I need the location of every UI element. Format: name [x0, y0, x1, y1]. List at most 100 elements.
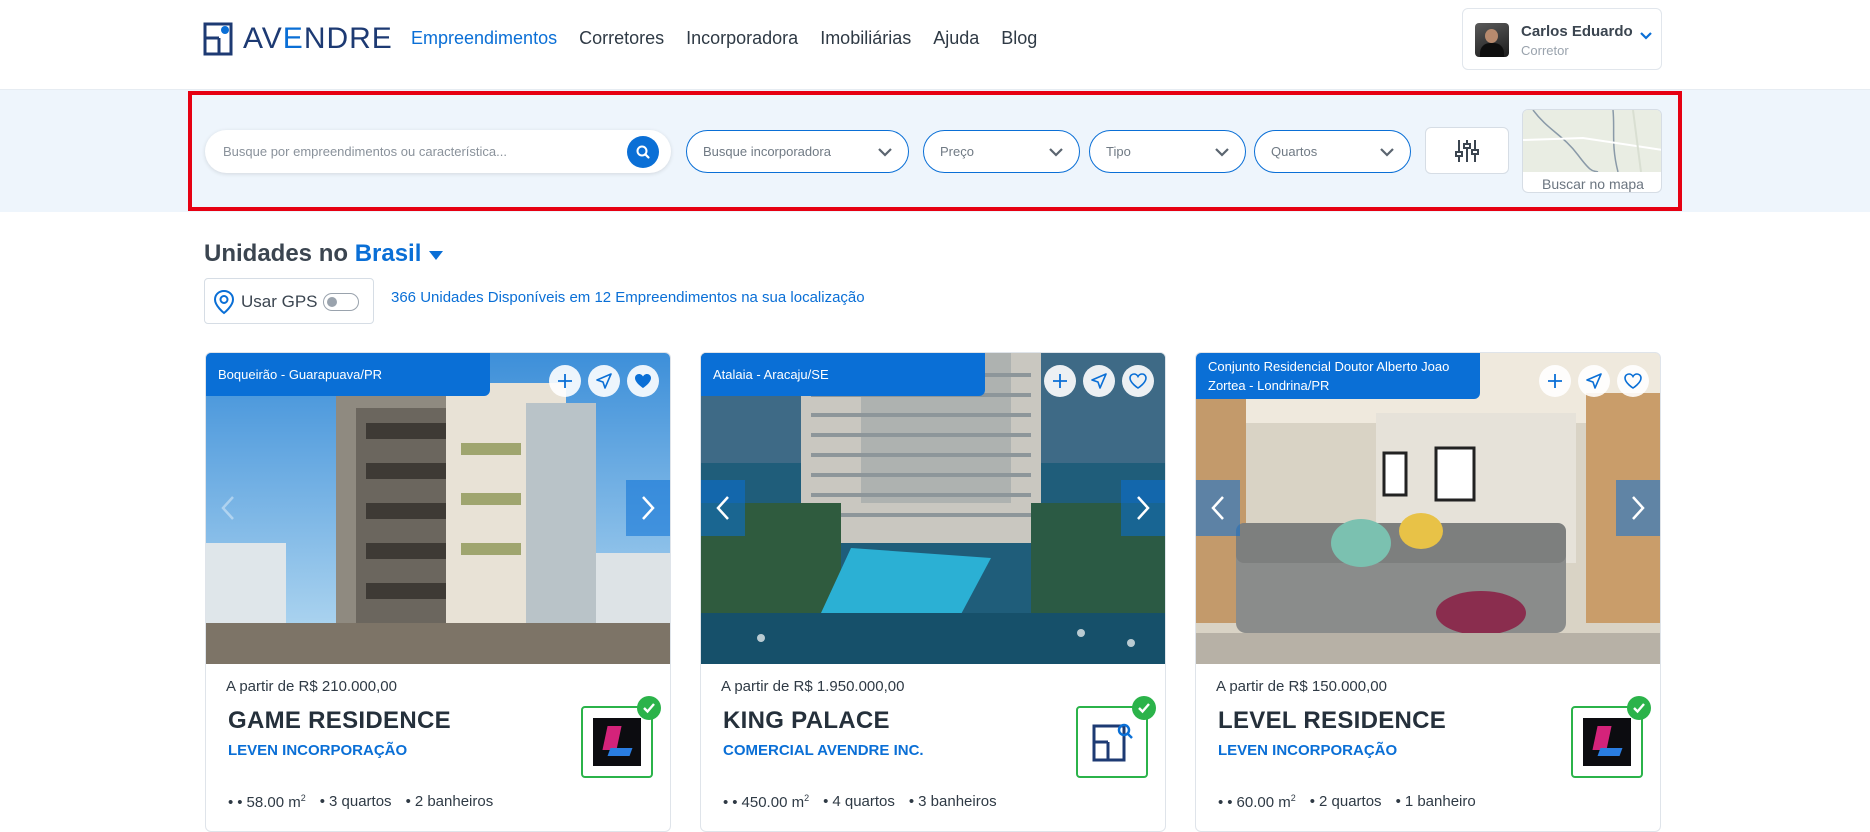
section-title: Unidades no Brasil: [204, 240, 444, 268]
carousel-next-button[interactable]: [1121, 480, 1165, 536]
company-name[interactable]: COMERCIAL AVENDRE INC.: [723, 742, 924, 759]
property-name[interactable]: LEVEL RESIDENCE: [1218, 707, 1446, 735]
gps-label: Usar GPS: [241, 292, 318, 311]
property-card[interactable]: Conjunto Residencial Doutor Alberto Joao…: [1195, 352, 1661, 832]
price-label: A partir de R$ 1.950.000,00: [721, 678, 905, 695]
chevron-down-icon: [1215, 148, 1229, 157]
property-card[interactable]: Boqueirão - Guarapuava/PR A partir de R$…: [205, 352, 671, 832]
spec-baths: 3 banheiros: [909, 793, 996, 811]
property-name[interactable]: GAME RESIDENCE: [228, 707, 451, 735]
location-tag: Boqueirão - Guarapuava/PR: [206, 353, 490, 396]
incorporadora-select[interactable]: Busque incorporadora: [686, 130, 909, 173]
carousel-next-button[interactable]: [1616, 480, 1660, 536]
logo-text: AVENDRE: [243, 22, 393, 55]
search-button[interactable]: [627, 136, 659, 168]
verified-icon: [1132, 696, 1156, 720]
avatar: [1475, 23, 1509, 57]
add-button[interactable]: [1539, 365, 1571, 397]
nav-empreendimentos[interactable]: Empreendimentos: [411, 28, 557, 49]
preco-select-label: Preço: [940, 144, 974, 159]
nav-corretores[interactable]: Corretores: [579, 28, 664, 49]
verified-icon: [637, 696, 661, 720]
tipo-select-label: Tipo: [1106, 144, 1131, 159]
quartos-select[interactable]: Quartos: [1254, 130, 1411, 173]
nav-blog[interactable]: Blog: [1001, 28, 1037, 49]
favorite-button[interactable]: [627, 365, 659, 397]
price-label: A partir de R$ 150.000,00: [1216, 678, 1387, 695]
section-title-prefix: Unidades no: [204, 240, 349, 267]
gps-toggle-box[interactable]: Usar GPS: [204, 278, 374, 324]
navigate-button[interactable]: [1578, 365, 1610, 397]
carousel-next-button[interactable]: [626, 480, 670, 536]
main-nav: Empreendimentos Corretores Incorporadora…: [411, 28, 1059, 49]
chevron-down-icon: [1640, 32, 1652, 40]
gps-switch[interactable]: [323, 293, 359, 311]
tipo-select[interactable]: Tipo: [1089, 130, 1246, 173]
property-specs: 58.00 m2 3 quartos 2 banheiros: [228, 793, 493, 811]
company-name[interactable]: LEVEN INCORPORAÇÃO: [1218, 742, 1397, 759]
company-name[interactable]: LEVEN INCORPORAÇÃO: [228, 742, 407, 759]
property-photo: [206, 353, 670, 664]
plus-icon: [558, 374, 572, 388]
property-card[interactable]: Atalaia - Aracaju/SE A partir de R$ 1.95…: [700, 352, 1166, 832]
favorite-button[interactable]: [1122, 365, 1154, 397]
add-button[interactable]: [1044, 365, 1076, 397]
favorite-button[interactable]: [1617, 365, 1649, 397]
user-role: Corretor: [1521, 43, 1569, 58]
carousel-prev-button[interactable]: [701, 480, 745, 536]
verified-icon: [1627, 696, 1651, 720]
map-thumbnail-icon: [1523, 110, 1661, 172]
navigation-arrow-icon: [1091, 373, 1107, 389]
nav-incorporadora[interactable]: Incorporadora: [686, 28, 798, 49]
advanced-filters-button[interactable]: [1425, 127, 1509, 174]
quartos-select-label: Quartos: [1271, 144, 1318, 159]
chevron-left-icon: [1211, 496, 1224, 520]
chevron-right-icon: [1632, 496, 1645, 520]
carousel-prev-button[interactable]: [1196, 480, 1240, 536]
location-dropdown[interactable]: Brasil: [355, 240, 444, 267]
nav-imobiliarias[interactable]: Imobiliárias: [820, 28, 911, 49]
user-name: Carlos Eduardo: [1521, 23, 1633, 40]
location-label: Brasil: [354, 240, 422, 267]
incorporadora-select-label: Busque incorporadora: [703, 144, 831, 159]
builder-logo-image: [593, 718, 641, 766]
user-menu[interactable]: Carlos Eduardo Corretor: [1462, 8, 1662, 70]
chevron-down-icon: [1380, 148, 1394, 157]
carousel-prev-button[interactable]: [206, 480, 250, 536]
logo-mark-icon: [203, 22, 233, 56]
navigation-arrow-icon: [1586, 373, 1602, 389]
nav-ajuda[interactable]: Ajuda: [933, 28, 979, 49]
preco-select[interactable]: Preço: [923, 130, 1080, 173]
sliders-icon: [1455, 139, 1479, 162]
location-tag: Conjunto Residencial Doutor Alberto Joao…: [1196, 353, 1480, 399]
location-pin-icon: [213, 289, 235, 315]
available-units-count: 366 Unidades Disponíveis em 12 Empreendi…: [391, 289, 865, 306]
search-bar: [205, 130, 671, 173]
avendre-logo[interactable]: AVENDRE: [203, 22, 393, 56]
caret-down-icon: [429, 251, 444, 260]
chevron-left-icon: [221, 496, 234, 520]
spec-rooms: 4 quartos: [823, 793, 895, 811]
spec-rooms: 2 quartos: [1310, 793, 1382, 811]
add-button[interactable]: [549, 365, 581, 397]
navigate-button[interactable]: [588, 365, 620, 397]
spec-baths: 2 banheiros: [406, 793, 493, 811]
location-tag: Atalaia - Aracaju/SE: [701, 353, 985, 396]
property-photo: [701, 353, 1165, 664]
spec-rooms: 3 quartos: [320, 793, 392, 811]
heart-outline-icon: [1129, 373, 1147, 389]
spec-area: 60.00 m2: [1218, 793, 1295, 811]
search-icon: [636, 145, 650, 159]
heart-outline-icon: [1624, 373, 1642, 389]
property-specs: 60.00 m2 2 quartos 1 banheiro: [1218, 793, 1475, 811]
navigate-button[interactable]: [1083, 365, 1115, 397]
price-label: A partir de R$ 210.000,00: [226, 678, 397, 695]
map-search-button[interactable]: Buscar no mapa: [1522, 109, 1662, 193]
chevron-down-icon: [1049, 148, 1063, 157]
map-search-label: Buscar no mapa: [1542, 176, 1644, 192]
search-input[interactable]: [223, 140, 613, 162]
chevron-right-icon: [1137, 496, 1150, 520]
spec-area: 58.00 m2: [228, 793, 305, 811]
chevron-down-icon: [878, 148, 892, 157]
property-name[interactable]: KING PALACE: [723, 707, 890, 735]
